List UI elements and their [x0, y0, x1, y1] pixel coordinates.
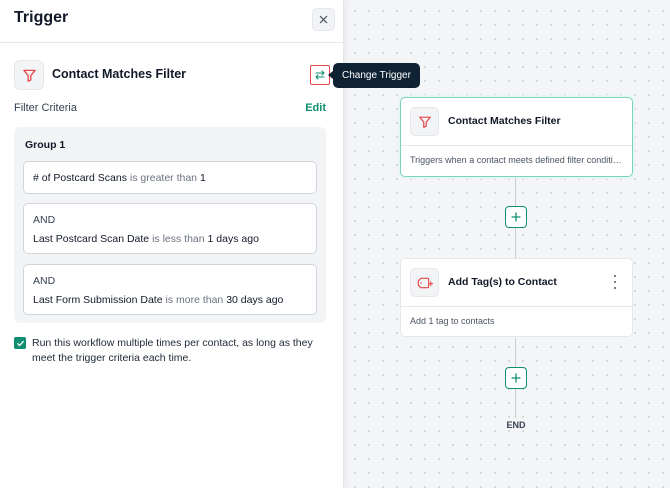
filter-condition: AND Last Postcard Scan Date is less than… — [23, 203, 317, 254]
filter-criteria-header: Filter Criteria Edit — [14, 102, 326, 116]
condition-connector: AND — [33, 214, 56, 226]
connector-line — [515, 228, 516, 258]
condition-operator: is greater than — [129, 172, 198, 184]
end-label: END — [506, 420, 526, 430]
action-node[interactable]: Add Tag(s) to Contact Add 1 tag to conta… — [400, 258, 633, 337]
trigger-node-description: Triggers when a contact meets defined fi… — [401, 145, 632, 176]
funnel-icon — [14, 60, 44, 90]
condition-connector: AND — [33, 275, 56, 287]
kebab-menu-icon[interactable] — [612, 275, 618, 289]
trigger-node-header: Contact Matches Filter — [401, 98, 632, 145]
edit-filter-link[interactable]: Edit — [305, 102, 326, 114]
funnel-icon — [410, 107, 439, 136]
add-step-button[interactable] — [505, 206, 527, 228]
close-button[interactable] — [312, 8, 335, 31]
filter-condition: AND Last Form Submission Date is more th… — [23, 264, 317, 315]
connector-line — [515, 389, 516, 418]
condition-field: Last Postcard Scan Date — [33, 233, 150, 245]
trigger-panel: Trigger Contact Matches Filter Filter Cr… — [0, 0, 344, 488]
swap-arrows-icon — [315, 70, 325, 80]
trigger-node-title: Contact Matches Filter — [448, 115, 561, 127]
filter-group: Group 1 # of Postcard Scans is greater t… — [14, 127, 326, 323]
rerun-checkbox-label[interactable]: Run this workflow multiple times per con… — [32, 336, 332, 366]
panel-header: Trigger — [0, 0, 343, 43]
action-node-title: Add Tag(s) to Contact — [448, 276, 557, 288]
condition-text: Last Postcard Scan Date is less than 1 d… — [33, 233, 259, 245]
connector-line — [515, 178, 516, 206]
condition-operator: is less than — [152, 233, 205, 245]
checkmark-icon — [16, 340, 24, 346]
condition-field: # of Postcard Scans — [33, 172, 127, 184]
connector-line — [515, 338, 516, 367]
change-trigger-button[interactable] — [310, 65, 330, 85]
trigger-node[interactable]: Contact Matches Filter Triggers when a c… — [400, 97, 633, 177]
condition-text: Last Form Submission Date is more than 3… — [33, 294, 283, 306]
filter-condition: # of Postcard Scans is greater than 1 — [23, 161, 317, 194]
condition-field: Last Form Submission Date — [33, 294, 163, 306]
condition-value: 30 days ago — [226, 294, 284, 306]
add-step-button[interactable] — [505, 367, 527, 389]
close-icon — [319, 15, 328, 24]
tag-plus-icon — [410, 268, 439, 297]
action-node-description: Add 1 tag to contacts — [401, 306, 632, 337]
change-trigger-tooltip: Change Trigger — [328, 63, 420, 88]
condition-text: # of Postcard Scans is greater than 1 — [33, 172, 206, 184]
condition-operator: is more than — [165, 294, 224, 306]
rerun-checkbox[interactable] — [14, 337, 26, 349]
condition-value: 1 days ago — [207, 233, 259, 245]
group-title: Group 1 — [25, 139, 66, 151]
filter-criteria-label: Filter Criteria — [14, 102, 77, 114]
plus-icon — [511, 212, 521, 222]
panel-title: Trigger — [14, 9, 69, 26]
plus-icon — [511, 373, 521, 383]
action-node-header: Add Tag(s) to Contact — [401, 259, 632, 306]
selected-trigger: Contact Matches Filter — [14, 60, 332, 90]
condition-value: 1 — [199, 172, 206, 184]
trigger-name: Contact Matches Filter — [52, 67, 187, 81]
